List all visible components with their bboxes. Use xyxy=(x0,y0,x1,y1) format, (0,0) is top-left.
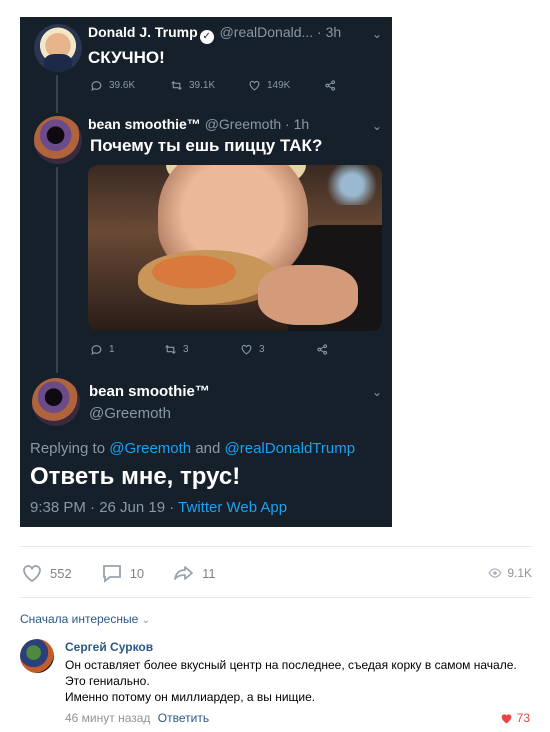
views-counter: 9.1K xyxy=(488,566,532,580)
reply-icon xyxy=(91,345,102,355)
trump-avatar xyxy=(34,24,82,72)
eye-icon xyxy=(488,568,502,578)
comment-author-avatar[interactable] xyxy=(20,639,54,673)
divider xyxy=(20,546,532,547)
like-action: 3 xyxy=(240,343,316,356)
heart-icon xyxy=(241,344,252,355)
comment-line: Именно потому он миллиардер, а вы нищие. xyxy=(65,690,316,704)
tweet3-meta: 9:38 PM · 26 Jun 19 · Twitter Web App xyxy=(30,499,287,516)
retweet-action: 39.1K xyxy=(170,79,248,92)
tweet2-actions: 1 3 3 xyxy=(90,343,329,356)
heart-icon xyxy=(249,80,260,91)
share-icon xyxy=(317,344,328,355)
views-count: 9.1K xyxy=(507,566,532,580)
share-action xyxy=(316,343,329,356)
pizza-photo xyxy=(88,165,382,331)
chevron-down-icon: ⌄ xyxy=(372,119,383,133)
chevron-down-icon: ⌄ xyxy=(141,615,151,626)
retweet-icon xyxy=(165,344,176,355)
tweet1-text: СКУЧНО! xyxy=(88,48,165,67)
tweet2-text: Почему ты ешь пиццу ТАК? xyxy=(90,136,323,155)
tweet1-author: Donald J. Trump ✓ @realDonald... · 3h xyxy=(88,24,341,44)
reply-action: 1 xyxy=(90,343,164,356)
thread-line xyxy=(56,167,58,373)
chevron-down-icon: ⌄ xyxy=(372,27,383,41)
tweet2-name: bean smoothie™ xyxy=(88,116,201,132)
comment-text: Он оставляет более вкусный центр на посл… xyxy=(65,657,525,705)
share-icon xyxy=(325,80,336,91)
tweet2-author: bean smoothie™ @Greemoth · 1h xyxy=(88,116,309,132)
divider xyxy=(20,597,532,598)
like-count: 552 xyxy=(50,565,72,581)
like-action: 149K xyxy=(248,79,324,92)
bean-avatar xyxy=(32,378,80,426)
like-button[interactable]: 552 xyxy=(20,561,72,585)
tweet-image[interactable]: Donald J. Trump ✓ @realDonald... · 3h ⌄ С… xyxy=(20,17,392,527)
comment-count: 10 xyxy=(129,565,145,581)
share-arrow-icon xyxy=(174,566,194,580)
replying-to: Replying to @Greemoth and @realDonaldTru… xyxy=(30,440,355,457)
comment-line: Он оставляет более вкусный центр на посл… xyxy=(65,658,517,688)
share-action xyxy=(324,79,337,92)
tweet1-actions: 39.6K 39.1K 149K xyxy=(90,79,337,92)
reply-count: 39.6K xyxy=(109,80,136,91)
post-actions: 552 10 11 9.1K xyxy=(20,560,532,586)
comment-icon xyxy=(102,565,121,583)
retweet-count: 39.1K xyxy=(189,80,216,91)
tweet1-name: Donald J. Trump xyxy=(88,24,198,40)
comments-sort-dropdown[interactable]: Сначала интересные ⌄ xyxy=(20,612,150,626)
share-button[interactable]: 11 xyxy=(172,561,216,585)
comment-author[interactable]: Сергей Сурков xyxy=(65,640,153,654)
replying-and: and xyxy=(195,440,221,457)
share-count: 11 xyxy=(202,565,216,581)
reply-count: 1 xyxy=(109,344,115,355)
mention-link: @realDonaldTrump xyxy=(224,440,356,457)
replying-prefix: Replying to xyxy=(30,440,106,457)
comment-meta: 46 минут назад Ответить xyxy=(65,711,209,725)
like-count: 3 xyxy=(259,344,265,355)
tweet3-app: Twitter Web App xyxy=(178,499,288,516)
comment-like-count: 73 xyxy=(516,711,530,725)
comment-reply-button[interactable]: Ответить xyxy=(158,711,209,725)
retweet-count: 3 xyxy=(183,344,189,355)
heart-icon xyxy=(501,713,512,723)
reply-action: 39.6K xyxy=(90,79,170,92)
mention-link: @Greemoth xyxy=(109,440,192,457)
tweet3-timestamp: 9:38 PM · 26 Jun 19 · xyxy=(30,499,175,516)
tweet1-handle: @realDonald... · 3h xyxy=(219,24,342,40)
like-count: 149K xyxy=(267,80,291,91)
tweet3-name: bean smoothie™ xyxy=(89,383,210,400)
retweet-icon xyxy=(171,80,182,91)
verified-icon: ✓ xyxy=(199,30,214,44)
bean-avatar xyxy=(34,116,82,164)
reply-icon xyxy=(91,81,102,91)
tweet2-handle: @Greemoth · 1h xyxy=(204,116,310,132)
comment-like-button[interactable]: 73 xyxy=(500,711,530,725)
chevron-down-icon: ⌄ xyxy=(372,385,383,399)
sort-label: Сначала интересные xyxy=(20,612,139,626)
tweet3-text: Ответь мне, трус! xyxy=(30,463,241,490)
comment-button[interactable]: 10 xyxy=(100,561,144,585)
thread-line xyxy=(56,75,58,113)
heart-icon xyxy=(23,565,41,583)
comment-time: 46 минут назад xyxy=(65,711,151,725)
tweet3-handle: @Greemoth xyxy=(89,405,171,422)
retweet-action: 3 xyxy=(164,343,240,356)
